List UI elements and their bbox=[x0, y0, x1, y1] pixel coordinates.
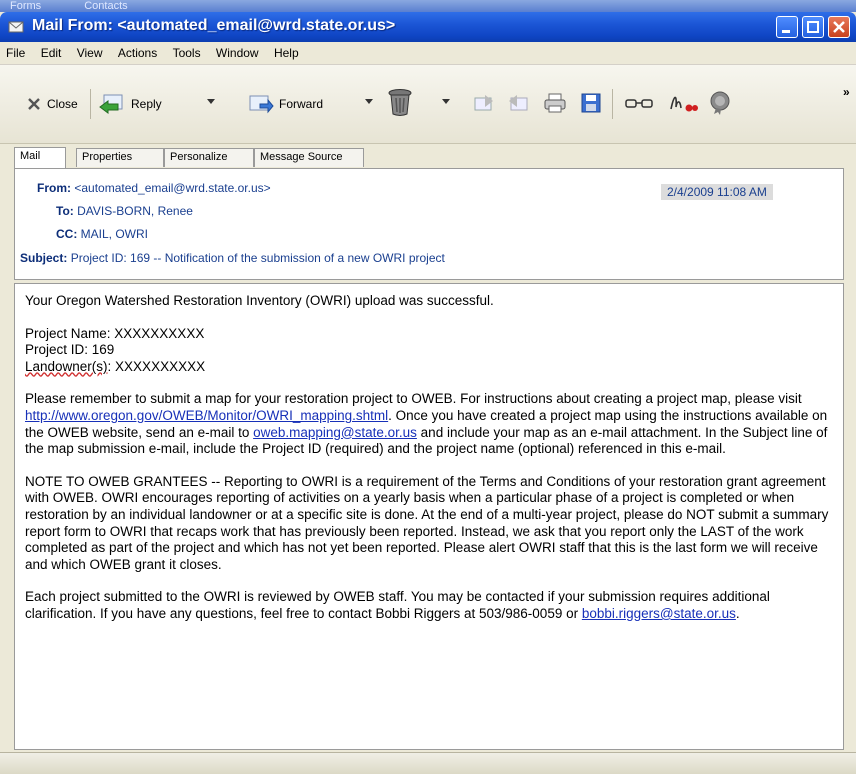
message-body[interactable]: Your Oregon Watershed Restoration Invent… bbox=[14, 283, 844, 750]
delete-dropdown-arrow[interactable] bbox=[442, 99, 450, 104]
close-button-label: Close bbox=[47, 97, 78, 111]
toolbar: Close Reply Forward » bbox=[0, 65, 856, 144]
map-text-1: Please remember to submit a map for your… bbox=[25, 391, 802, 407]
message-header: From: <automated_email@wrd.state.or.us> … bbox=[14, 168, 844, 280]
from-row: From: <automated_email@wrd.state.or.us> bbox=[37, 181, 271, 195]
menu-window[interactable]: Window bbox=[210, 42, 265, 64]
background-window-strip: Forms Contacts bbox=[0, 0, 856, 12]
body-project-id: Project ID: 169 bbox=[25, 342, 115, 358]
landowner-label: Landowner(s) bbox=[25, 358, 108, 374]
body-intro: Your Oregon Watershed Restoration Invent… bbox=[25, 293, 494, 308]
menu-actions[interactable]: Actions bbox=[112, 42, 163, 64]
close-x-icon bbox=[28, 98, 40, 110]
menu-tools[interactable]: Tools bbox=[167, 42, 207, 64]
body-grantee-note: NOTE TO OWEB GRANTEES -- Reporting to OW… bbox=[25, 473, 829, 572]
body-contact: Each project submitted to the OWRI is re… bbox=[25, 589, 831, 622]
toolbar-separator bbox=[612, 89, 613, 119]
glasses-view-icon[interactable] bbox=[625, 97, 653, 109]
forward-button-label: Forward bbox=[279, 97, 324, 111]
close-button[interactable]: Close bbox=[26, 93, 78, 115]
tab-mail[interactable]: Mail bbox=[14, 147, 66, 168]
contact-text-end: . bbox=[735, 605, 740, 621]
reply-dropdown-arrow[interactable] bbox=[207, 99, 215, 104]
forward-icon bbox=[249, 95, 274, 114]
reply-button[interactable]: Reply bbox=[98, 93, 162, 115]
menu-edit[interactable]: Edit bbox=[35, 42, 68, 64]
cc-value[interactable]: MAIL, OWRI bbox=[81, 227, 148, 241]
owri-mapping-link[interactable]: http://www.oregon.gov/OWEB/Monitor/OWRI_… bbox=[25, 408, 388, 423]
reply-icon bbox=[99, 94, 123, 114]
to-value[interactable]: DAVIS-BORN, Renee bbox=[77, 204, 193, 218]
close-icon bbox=[833, 21, 845, 33]
signature-icon[interactable] bbox=[668, 89, 698, 115]
subject-label: Subject: bbox=[20, 251, 68, 265]
to-label: To: bbox=[56, 204, 74, 218]
oweb-mapping-email-link[interactable]: oweb.mapping@state.or.us bbox=[253, 425, 417, 440]
print-icon[interactable] bbox=[543, 92, 567, 114]
background-window-item: Forms bbox=[10, 0, 42, 12]
tab-message-source[interactable]: Message Source bbox=[254, 148, 364, 167]
body-project-name: Project Name: XXXXXXXXXX bbox=[25, 325, 205, 341]
window-title: Mail From: <automated_email@wrd.state.or… bbox=[32, 17, 396, 34]
status-bar bbox=[0, 752, 856, 774]
bobbi-riggers-email-link[interactable]: bobbi.riggers@state.or.us bbox=[582, 606, 736, 621]
from-label: From: bbox=[37, 181, 71, 195]
background-window-item: Contacts bbox=[84, 0, 128, 12]
to-row: To: DAVIS-BORN, Renee bbox=[56, 204, 193, 218]
minimize-button[interactable] bbox=[776, 16, 798, 38]
forward-dropdown-arrow[interactable] bbox=[365, 99, 373, 104]
maximize-icon bbox=[807, 21, 819, 33]
menu-help[interactable]: Help bbox=[268, 42, 305, 64]
menu-file[interactable]: File bbox=[0, 42, 31, 64]
send-receive-icon[interactable] bbox=[473, 92, 495, 114]
security-seal-icon[interactable] bbox=[707, 89, 733, 115]
toolbar-overflow-chevron[interactable]: » bbox=[843, 85, 850, 99]
body-landowner: Landowner(s): XXXXXXXXXX bbox=[25, 359, 831, 376]
menu-bar: File Edit View Actions Tools Window Help bbox=[0, 42, 856, 65]
body-map-instructions: Please remember to submit a map for your… bbox=[25, 391, 831, 457]
forward-button[interactable]: Forward bbox=[248, 93, 323, 115]
mail-envelope-icon bbox=[8, 21, 24, 33]
save-icon[interactable] bbox=[580, 92, 602, 114]
trash-can-icon[interactable] bbox=[387, 87, 413, 117]
subject-value: Project ID: 169 -- Notification of the s… bbox=[70, 251, 445, 265]
tab-personalize[interactable]: Personalize bbox=[164, 148, 254, 167]
close-window-button[interactable] bbox=[828, 16, 850, 38]
toolbar-separator bbox=[90, 89, 91, 119]
maximize-button[interactable] bbox=[802, 16, 824, 38]
minimize-icon bbox=[782, 30, 790, 33]
cc-label: CC: bbox=[56, 227, 78, 241]
cc-row: CC: MAIL, OWRI bbox=[56, 227, 148, 241]
menu-view[interactable]: View bbox=[71, 42, 109, 64]
from-value[interactable]: <automated_email@wrd.state.or.us> bbox=[74, 181, 270, 195]
landowner-value: : XXXXXXXXXX bbox=[107, 358, 206, 374]
reply-button-label: Reply bbox=[131, 97, 162, 111]
subject-row: Subject: Project ID: 169 -- Notification… bbox=[20, 251, 445, 265]
sent-date: 2/4/2009 11:08 AM bbox=[661, 184, 773, 200]
title-bar[interactable]: Mail From: <automated_email@wrd.state.or… bbox=[0, 12, 856, 42]
previous-item-icon[interactable] bbox=[507, 92, 529, 114]
tab-properties[interactable]: Properties bbox=[76, 148, 164, 167]
